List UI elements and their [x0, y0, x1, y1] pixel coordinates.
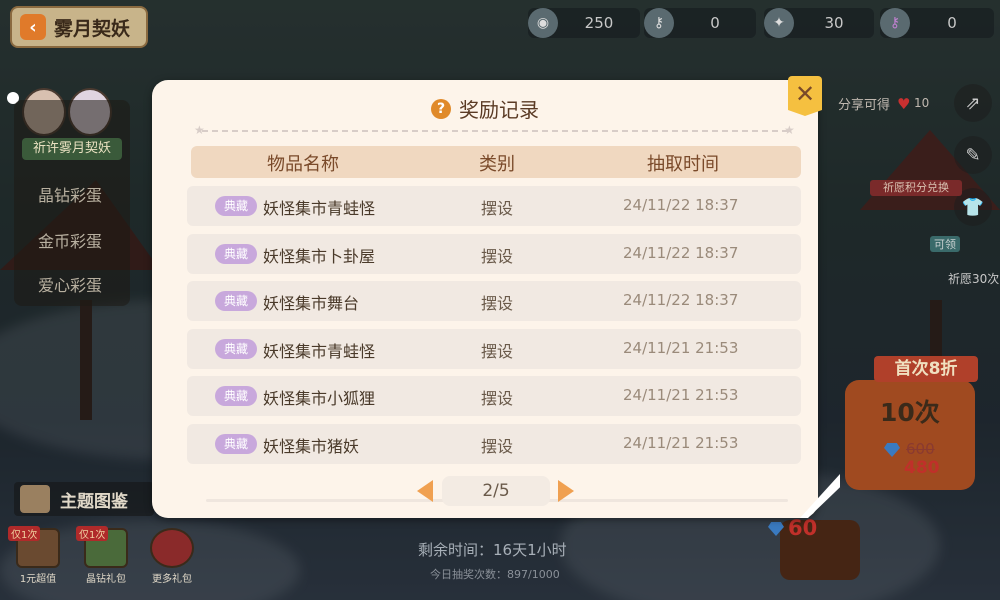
close-icon: ✕ [794, 80, 816, 108]
gift-tag: 仅1次 [8, 526, 41, 541]
today-draw-count: 今日抽奖次数：897/1000 [430, 568, 560, 581]
item-category: 摆设 [481, 294, 514, 313]
share-button[interactable]: ⇗ [954, 84, 992, 122]
draw-time: 24/11/22 18:37 [623, 291, 739, 309]
item-name: 妖怪集市青蛙怪 [263, 199, 376, 218]
wish-exchange-label[interactable]: 祈愿积分兑换 [870, 180, 962, 196]
edit-icon: ✎ [965, 144, 981, 166]
gift-label: 更多礼包 [152, 574, 192, 585]
draw-time: 24/11/21 21:53 [623, 434, 739, 452]
gift-tag: 仅1次 [76, 526, 109, 541]
menu-item-crystal-egg[interactable]: 晶钻彩蛋 [38, 182, 102, 206]
price-discounted: 480 [904, 458, 940, 478]
album-icon [20, 485, 50, 513]
column-header-draw-time: 抽取时间 [647, 154, 719, 175]
table-header: 物品名称 类别 抽取时间 [191, 146, 801, 178]
gift-box-icon [150, 528, 194, 568]
table-row: 典藏 妖怪集市舞台 摆设 24/11/22 18:37 [187, 281, 801, 321]
divider [202, 130, 788, 132]
ten-draw-label: 10次 [880, 398, 940, 427]
edit-button[interactable]: ✎ [954, 136, 992, 174]
gift-crystal[interactable]: 仅1次 晶钻礼包 [76, 526, 134, 585]
next-page-icon[interactable] [558, 480, 574, 502]
first-discount-badge: 首次8折 [874, 356, 978, 382]
table-row: 典藏 妖怪集市青蛙怪 摆设 24/11/22 18:37 [187, 186, 801, 226]
wish-banner[interactable]: 祈许雾月契妖 [22, 138, 122, 160]
share-count: 10 [914, 96, 930, 110]
rarity-badge: 典藏 [215, 196, 257, 216]
menu-item-gold-egg[interactable]: 金币彩蛋 [38, 228, 102, 252]
table-row: 典藏 妖怪集市小狐狸 摆设 24/11/21 21:53 [187, 376, 801, 416]
topic-album-label: 主题图鉴 [60, 491, 128, 512]
sparkle-icon: ✦ [764, 8, 794, 38]
eye-icon: ◉ [528, 8, 558, 38]
table-row: 典藏 妖怪集市卜卦屋 摆设 24/11/22 18:37 [187, 234, 801, 274]
resource-value: 30 [824, 14, 844, 32]
single-draw-price[interactable]: 60 [788, 516, 817, 540]
draw-time: 24/11/22 18:37 [623, 196, 739, 214]
share-text: 分享可得 [838, 98, 891, 113]
draw-time: 24/11/21 21:53 [623, 386, 739, 404]
can-receive-badge: 可领 [930, 236, 960, 252]
item-category: 摆设 [481, 199, 514, 218]
resource-sparkle[interactable]: ✦ 30 [764, 8, 874, 38]
item-name: 妖怪集市卜卦屋 [263, 247, 376, 266]
item-category: 摆设 [481, 247, 514, 266]
resource-key[interactable]: ⚷ 0 [644, 8, 756, 38]
shirt-icon: 👕 [961, 196, 985, 218]
heart-icon: ♥ [897, 95, 911, 113]
item-category: 摆设 [481, 342, 514, 361]
item-name: 妖怪集市舞台 [263, 294, 360, 313]
draw-time: 24/11/21 21:53 [623, 339, 739, 357]
rarity-badge: 典藏 [215, 434, 257, 454]
item-category: 摆设 [481, 389, 514, 408]
table-row: 典藏 妖怪集市猪妖 摆设 24/11/21 21:53 [187, 424, 801, 464]
gift-more[interactable]: 更多礼包 [144, 528, 200, 585]
resource-value: 0 [947, 14, 957, 32]
rarity-badge: 典藏 [215, 386, 257, 406]
pagination: 2/5 [152, 476, 818, 506]
gift-label: 1元超值 [19, 574, 57, 585]
rarity-badge: 典藏 [215, 244, 257, 264]
draw-time: 24/11/22 18:37 [623, 244, 739, 262]
prev-page-icon[interactable] [417, 480, 433, 502]
back-label: 雾月契妖 [54, 17, 131, 40]
page-indicator: 2/5 [442, 476, 550, 506]
share-icon: ⇗ [965, 92, 981, 114]
help-icon[interactable]: ? [431, 98, 451, 119]
resource-eye[interactable]: ◉ 250 [528, 8, 640, 38]
left-menu: 祈许雾月契妖 晶钻彩蛋 金币彩蛋 爱心彩蛋 [14, 100, 130, 306]
table-row: 典藏 妖怪集市青蛙怪 摆设 24/11/21 21:53 [187, 329, 801, 369]
back-button[interactable]: ‹ 雾月契妖 [10, 6, 148, 48]
resource-value: 250 [584, 14, 614, 32]
topic-album-button[interactable]: 主题图鉴 [14, 482, 154, 516]
item-name: 妖怪集市小狐狸 [263, 389, 376, 408]
wish-30-label[interactable]: 祈愿30次 [948, 270, 999, 287]
close-button[interactable]: ✕ [788, 76, 822, 116]
key-purple-icon: ⚷ [880, 8, 910, 38]
reward-record-dialog: ? 奖励记录 ★ ★ 物品名称 类别 抽取时间 典藏 妖怪集市青蛙怪 摆设 24… [152, 80, 818, 518]
price-original: 600 [906, 440, 935, 458]
back-arrow-icon: ‹ [20, 14, 46, 40]
resource-value: 0 [710, 14, 720, 32]
resource-key-purple[interactable]: ⚷ 0 [880, 8, 994, 38]
gift-one-yuan[interactable]: 仅1次 1元超值 [8, 526, 66, 585]
item-name: 妖怪集市猪妖 [263, 437, 360, 456]
rarity-badge: 典藏 [215, 339, 257, 359]
menu-item-heart-egg[interactable]: 爱心彩蛋 [38, 272, 102, 296]
key-icon: ⚷ [644, 8, 674, 38]
dialog-header: ? 奖励记录 [152, 94, 818, 123]
item-name: 妖怪集市青蛙怪 [263, 342, 376, 361]
column-header-item-name: 物品名称 [267, 154, 339, 175]
item-category: 摆设 [481, 437, 514, 456]
remaining-time: 剩余时间：16天1小时 [418, 541, 567, 559]
column-header-category: 类别 [479, 154, 515, 175]
dialog-title: 奖励记录 [459, 98, 539, 122]
gift-label: 晶钻礼包 [86, 574, 126, 585]
rarity-badge: 典藏 [215, 291, 257, 311]
